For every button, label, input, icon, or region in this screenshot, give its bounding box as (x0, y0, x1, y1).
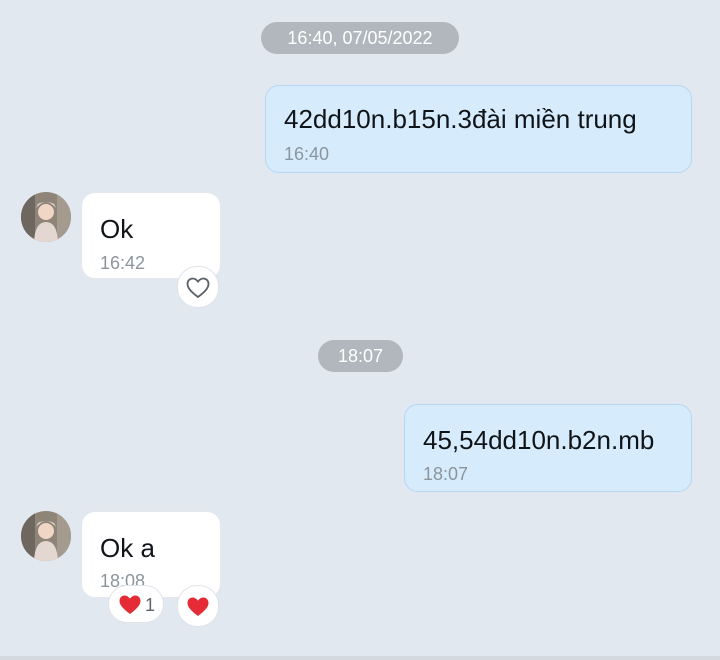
message-time: 16:42 (100, 253, 146, 273)
message-bubble-sent[interactable]: 45,54dd10n.b2n.mb 18:07 (404, 404, 692, 492)
heart-outline-icon (186, 277, 210, 299)
message-text: 42dd10n.b15n.3đài miền trung (284, 104, 637, 134)
avatar-photo (21, 192, 71, 242)
avatar[interactable] (21, 192, 71, 242)
date-separator: 18:07 (318, 340, 403, 372)
message-bubble-sent[interactable]: 42dd10n.b15n.3đài miền trung 16:40 (265, 85, 692, 173)
message-text: Ok (100, 214, 134, 244)
heart-filled-icon (187, 597, 209, 616)
react-button[interactable] (177, 585, 219, 627)
avatar[interactable] (21, 511, 71, 561)
message-text: 45,54dd10n.b2n.mb (423, 425, 655, 455)
message-time: 16:40 (284, 144, 330, 164)
reaction-count: 1 (145, 595, 156, 615)
message-text: Ok a (100, 533, 155, 563)
bottom-divider (0, 656, 720, 660)
date-separator-label: 16:40, 07/05/2022 (287, 28, 433, 48)
message-time: 18:07 (423, 464, 469, 484)
react-button[interactable] (177, 266, 219, 308)
date-separator: 16:40, 07/05/2022 (261, 22, 459, 54)
reaction-summary[interactable]: 1 (108, 585, 164, 623)
avatar-photo (21, 511, 71, 561)
date-separator-label: 18:07 (337, 346, 384, 366)
heart-icon (119, 595, 141, 614)
